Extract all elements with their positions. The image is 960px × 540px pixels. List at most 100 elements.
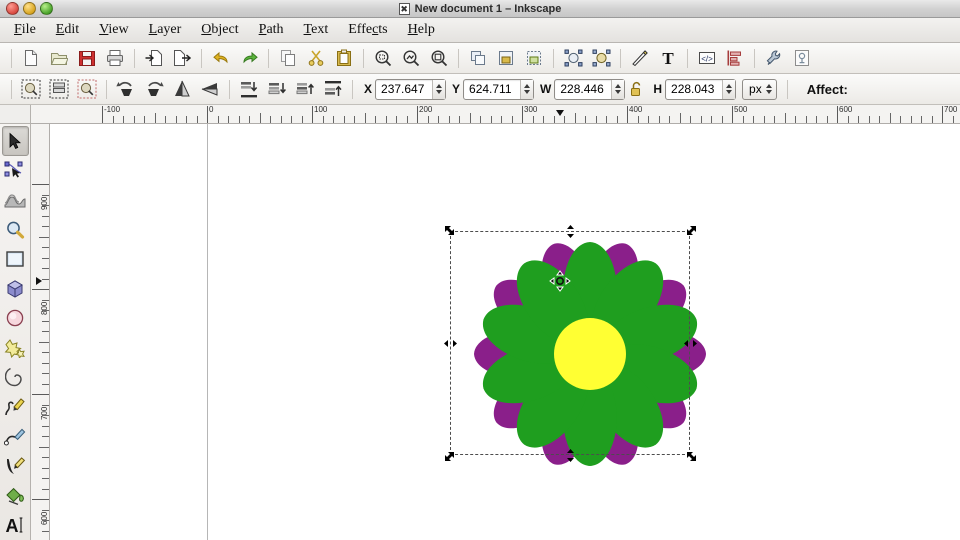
y-spinner-arrows[interactable] <box>520 79 534 99</box>
tool-calligraphy[interactable] <box>2 451 29 481</box>
print-document-icon[interactable] <box>102 46 128 71</box>
selection-handle-s[interactable] <box>564 448 577 462</box>
chevron-up-icon[interactable] <box>436 84 443 88</box>
lock-open-icon[interactable] <box>626 77 646 102</box>
raise-icon[interactable] <box>292 77 318 102</box>
w-input[interactable] <box>555 79 612 99</box>
menu-effects[interactable]: Effects <box>338 20 397 40</box>
import-icon[interactable] <box>141 46 167 71</box>
w-spinbox[interactable] <box>554 78 626 100</box>
undo-icon[interactable] <box>208 46 234 71</box>
menu-view[interactable]: View <box>89 20 139 40</box>
tool-paintbucket[interactable] <box>2 481 29 511</box>
tool-pencil[interactable] <box>2 392 29 422</box>
tool-spiral[interactable] <box>2 363 29 393</box>
raise-to-top-icon[interactable] <box>320 77 346 102</box>
duplicate-icon[interactable] <box>465 46 491 71</box>
selection-handle-e[interactable] <box>683 337 697 350</box>
deselect-icon[interactable] <box>74 77 100 102</box>
fill-stroke-icon[interactable] <box>627 46 653 71</box>
menu-object[interactable]: Object <box>191 20 248 40</box>
zoom-selection-icon[interactable] <box>370 46 396 71</box>
ungroup-icon[interactable] <box>521 46 547 71</box>
selection-handle-n[interactable] <box>564 224 577 238</box>
lower-to-bottom-icon[interactable] <box>236 77 262 102</box>
copy-icon[interactable] <box>275 46 301 71</box>
chevron-up-icon[interactable] <box>615 84 622 88</box>
ruler-tick-label: 600 <box>839 105 853 114</box>
selection-handle-nw[interactable] <box>444 225 457 238</box>
horizontal-ruler[interactable]: -100 0 100 200 300 400 500 600 700 <box>31 105 960 124</box>
chevron-down-icon[interactable] <box>615 90 622 94</box>
selection-rectangle[interactable] <box>450 231 690 455</box>
flip-horizontal-icon[interactable] <box>169 77 195 102</box>
rotate-ccw-icon[interactable] <box>113 77 139 102</box>
menu-file[interactable]: File <box>4 20 46 40</box>
selection-handle-w[interactable] <box>443 337 457 350</box>
vertical-ruler[interactable]: 900 800 700 600 <box>31 124 50 540</box>
tool-star[interactable] <box>2 333 29 363</box>
chevron-down-icon[interactable] <box>765 90 772 94</box>
align-distribute-icon[interactable] <box>722 46 748 71</box>
tool-zoom[interactable] <box>2 215 29 245</box>
chevron-up-icon[interactable] <box>524 84 531 88</box>
select-all-icon[interactable] <box>18 77 44 102</box>
w-spinner-arrows[interactable] <box>611 79 625 99</box>
chevron-down-icon[interactable] <box>436 90 443 94</box>
selection-handle-sw[interactable] <box>444 449 457 462</box>
paste-icon[interactable] <box>331 46 357 71</box>
chevron-down-icon[interactable] <box>524 90 531 94</box>
redo-icon[interactable] <box>236 46 262 71</box>
zoom-page-icon[interactable] <box>426 46 452 71</box>
lower-icon[interactable] <box>264 77 290 102</box>
xml-editor-icon[interactable]: </> <box>694 46 720 71</box>
save-document-icon[interactable] <box>74 46 100 71</box>
y-input[interactable] <box>464 79 521 99</box>
h-input[interactable] <box>666 79 723 99</box>
ruler-corner[interactable] <box>0 105 31 124</box>
preferences-icon[interactable] <box>761 46 787 71</box>
h-spinner-arrows[interactable] <box>722 79 736 99</box>
object-to-path-icon[interactable] <box>560 46 586 71</box>
open-document-icon[interactable] <box>46 46 72 71</box>
menu-path[interactable]: Path <box>249 20 294 40</box>
drawing-canvas[interactable] <box>50 124 960 540</box>
menu-layer[interactable]: Layer <box>139 20 192 40</box>
tool-ellipse[interactable] <box>2 303 29 333</box>
tool-rectangle[interactable] <box>2 244 29 274</box>
x-spinner-arrows[interactable] <box>432 79 446 99</box>
menu-edit[interactable]: Edit <box>46 20 89 40</box>
chevron-down-icon[interactable] <box>726 90 733 94</box>
text-properties-icon[interactable]: T <box>655 46 681 71</box>
y-spinbox[interactable] <box>463 78 535 100</box>
stroke-to-path-icon[interactable] <box>588 46 614 71</box>
tool-tweak[interactable] <box>2 185 29 215</box>
x-spinbox[interactable] <box>375 78 447 100</box>
menu-text[interactable]: Text <box>294 20 339 40</box>
rotate-cw-icon[interactable] <box>141 77 167 102</box>
flip-vertical-icon[interactable] <box>197 77 223 102</box>
chevron-up-icon[interactable] <box>726 84 733 88</box>
menu-help[interactable]: Help <box>398 20 445 40</box>
chevron-up-icon[interactable] <box>765 84 772 88</box>
export-icon[interactable] <box>169 46 195 71</box>
selection-handle-ne[interactable] <box>684 225 697 238</box>
window-title-text: New document 1 – Inkscape <box>414 2 562 15</box>
units-dropdown[interactable]: px <box>742 78 777 100</box>
document-properties-icon[interactable] <box>789 46 815 71</box>
h-spinbox[interactable] <box>665 78 737 100</box>
cut-icon[interactable] <box>303 46 329 71</box>
tool-bezier[interactable] <box>2 422 29 452</box>
select-all-in-layers-icon[interactable] <box>46 77 72 102</box>
x-input[interactable] <box>376 79 433 99</box>
zoom-drawing-icon[interactable] <box>398 46 424 71</box>
new-document-icon[interactable] <box>18 46 44 71</box>
units-chevrons[interactable] <box>765 84 772 94</box>
move-cursor-icon <box>549 270 571 292</box>
group-icon[interactable] <box>493 46 519 71</box>
tool-selector[interactable] <box>1 126 29 156</box>
tool-node[interactable] <box>2 156 29 186</box>
selection-handle-se[interactable] <box>684 449 697 462</box>
tool-3dbox[interactable] <box>2 274 29 304</box>
tool-text[interactable]: A <box>2 511 29 540</box>
